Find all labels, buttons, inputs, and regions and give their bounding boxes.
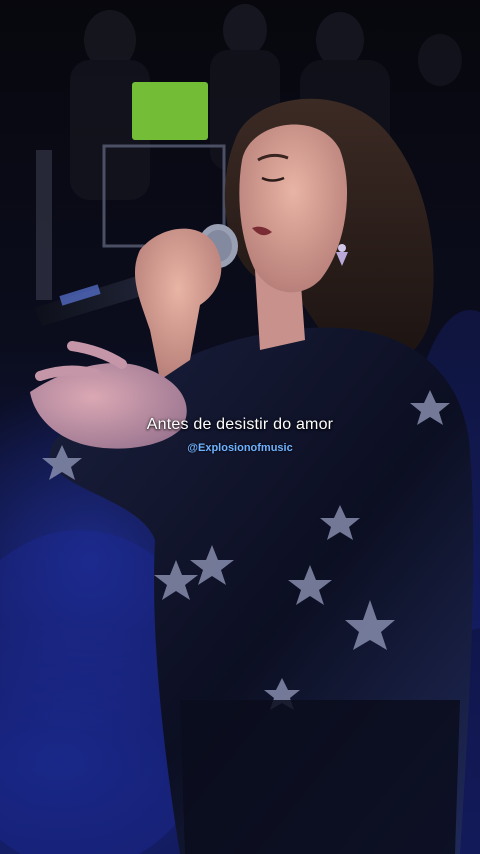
watermark-handle: @Explosionofmusic xyxy=(187,442,293,454)
lyrics-caption: Antes de desistir do amor xyxy=(146,416,334,433)
lower-body xyxy=(180,700,460,854)
video-frame: Antes de desistir do amor @Explosionofmu… xyxy=(0,0,480,854)
